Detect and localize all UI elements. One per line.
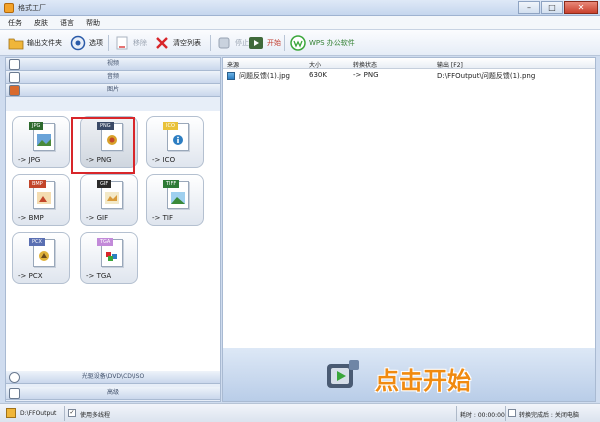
menu-help[interactable]: 帮助 <box>86 18 100 28</box>
row-source: 问题反馈(1).jpg <box>239 72 290 80</box>
title-bar: 格式工厂 – □ ✕ <box>0 0 600 16</box>
options-icon <box>70 35 86 51</box>
format-tile-bmp[interactable]: BMP -> BMP <box>12 174 70 226</box>
format-tile-tga[interactable]: TGA -> TGA <box>80 232 138 284</box>
audio-icon <box>9 72 20 83</box>
jpg-file-icon: JPG <box>29 122 55 151</box>
start-button[interactable]: 开始 <box>248 34 281 52</box>
stop-icon <box>216 35 232 51</box>
menu-skin[interactable]: 皮肤 <box>34 18 48 28</box>
multithread-checkbox[interactable]: ✓ <box>68 409 76 417</box>
format-tile-tif[interactable]: TIFF -> TIF <box>146 174 204 226</box>
col-output[interactable]: 输出 [F2] <box>437 60 463 69</box>
clear-list-button[interactable]: 清空列表 <box>154 34 201 52</box>
stop-label: 停止 <box>235 39 249 47</box>
col-source[interactable]: 来源 <box>227 60 239 69</box>
menu-language[interactable]: 语言 <box>60 18 74 28</box>
tga-file-icon: TGA <box>97 238 123 267</box>
window-controls: – □ ✕ <box>518 1 598 14</box>
format-tile-gif[interactable]: GIF -> GIF <box>80 174 138 226</box>
row-status: -> PNG <box>353 71 379 79</box>
format-tile-jpg[interactable]: JPG -> JPG <box>12 116 70 168</box>
tif-file-icon: TIFF <box>163 180 189 209</box>
image-icon <box>9 85 20 96</box>
start-convert-icon <box>327 360 359 388</box>
options-button[interactable]: 选项 <box>70 34 103 52</box>
clear-icon <box>154 35 170 51</box>
clear-list-label: 清空列表 <box>173 39 201 47</box>
stop-button[interactable]: 停止 <box>216 34 249 52</box>
app-icon <box>4 3 14 13</box>
multithread-label: 使用多线程 <box>80 412 111 419</box>
elapsed-time: 耗时 : 00:00:00 <box>460 412 505 419</box>
start-area[interactable]: 点击开始 <box>223 348 595 401</box>
output-folder-icon <box>6 408 16 418</box>
task-panel: 来源 大小 转换状态 输出 [F2] 问题反馈(1).jpg 630K -> P… <box>222 57 596 402</box>
advanced-icon <box>9 388 20 399</box>
window-title: 格式工厂 <box>18 4 46 12</box>
category-video[interactable]: 视频 <box>6 58 220 71</box>
col-size[interactable]: 大小 <box>309 60 321 69</box>
close-button[interactable]: ✕ <box>564 1 598 14</box>
col-status[interactable]: 转换状态 <box>353 60 377 69</box>
row-output: D:\FFOutput\问题反馈(1).png <box>437 72 536 80</box>
status-output-path[interactable]: D:\FFOutput <box>20 410 56 417</box>
options-label: 选项 <box>89 39 103 47</box>
task-table-header: 来源 大小 转换状态 输出 [F2] <box>223 58 595 69</box>
after-done-checkbox[interactable] <box>508 409 516 417</box>
ico-file-icon: ICO <box>163 122 189 151</box>
format-tile-ico[interactable]: ICO -> ICO <box>146 116 204 168</box>
category-audio[interactable]: 音频 <box>6 71 220 84</box>
wps-button[interactable]: WPS 办公软件 <box>290 34 355 52</box>
wps-icon <box>290 35 306 51</box>
start-label: 开始 <box>267 39 281 47</box>
output-folder-label: 输出文件夹 <box>27 39 62 47</box>
maximize-button[interactable]: □ <box>541 1 563 14</box>
menu-task[interactable]: 任务 <box>8 18 22 28</box>
folder-icon <box>8 35 24 51</box>
row-size: 630K <box>309 71 327 79</box>
category-advanced[interactable]: 高级 <box>6 387 220 400</box>
category-panel: 视频 音频 图片 JPG -> JPG PNG -> PNG ICO -> IC… <box>5 57 221 402</box>
after-done-label: 转换完成后 : 关闭电脑 <box>519 412 579 419</box>
start-convert-label: 点击开始 <box>375 367 471 395</box>
video-icon <box>9 59 20 70</box>
remove-icon <box>114 35 130 51</box>
table-row[interactable]: 问题反馈(1).jpg 630K -> PNG D:\FFOutput\问题反馈… <box>223 70 595 82</box>
format-tile-pcx[interactable]: PCX -> PCX <box>12 232 70 284</box>
toolbar: 输出文件夹 选项 移除 清空列表 停止 开始 WPS 办公软件 <box>0 30 600 56</box>
gif-file-icon: GIF <box>97 180 123 209</box>
category-image[interactable]: 图片 <box>6 84 220 97</box>
remove-label: 移除 <box>133 39 147 47</box>
status-bar: D:\FFOutput ✓ 使用多线程 耗时 : 00:00:00 转换完成后 … <box>0 403 600 422</box>
disc-icon <box>9 372 20 383</box>
menu-bar: 任务 皮肤 语言 帮助 <box>0 16 600 30</box>
bmp-file-icon: BMP <box>29 180 55 209</box>
play-icon <box>248 35 264 51</box>
output-folder-button[interactable]: 输出文件夹 <box>8 34 62 52</box>
image-file-icon <box>227 72 235 80</box>
pcx-file-icon: PCX <box>29 238 55 267</box>
wps-label: WPS 办公软件 <box>309 39 355 47</box>
selection-highlight <box>71 117 135 174</box>
minimize-button[interactable]: – <box>518 1 540 14</box>
remove-button[interactable]: 移除 <box>114 34 147 52</box>
category-rom[interactable]: 光驱设备\DVD\CD\ISO <box>6 371 220 384</box>
